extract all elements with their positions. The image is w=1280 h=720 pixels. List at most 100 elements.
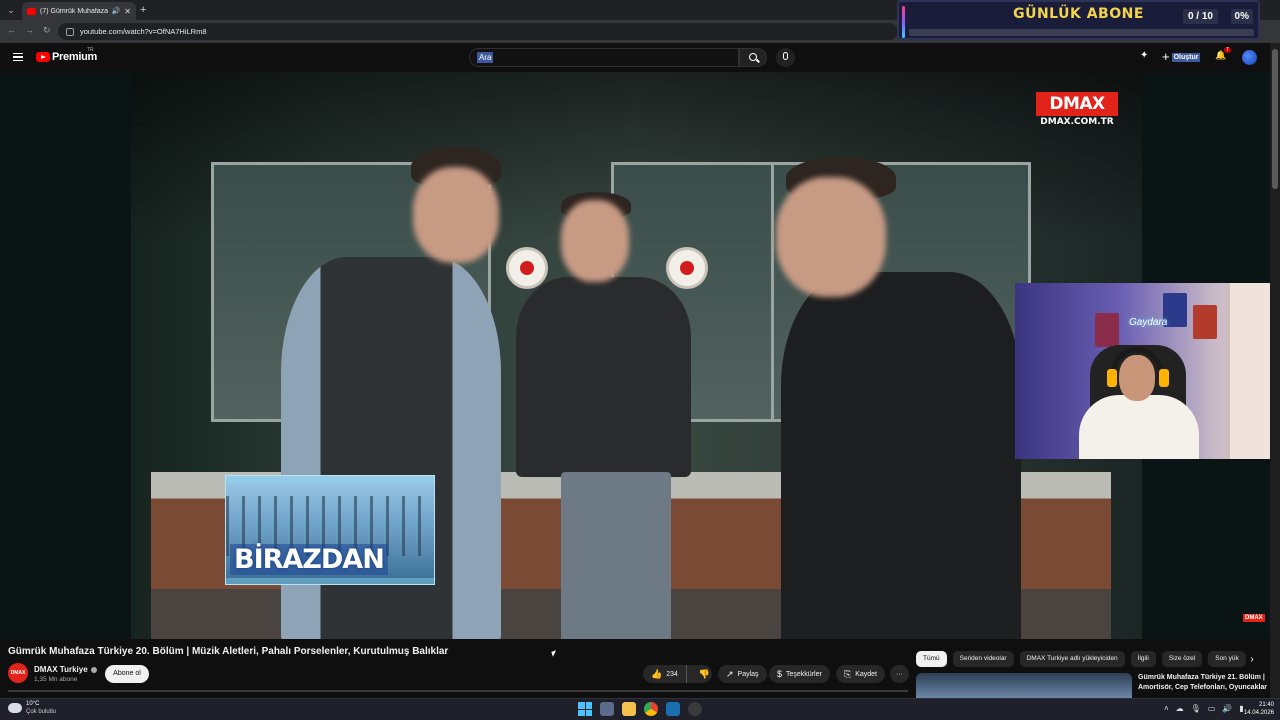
chip-recent[interactable]: Son yük — [1208, 651, 1246, 667]
search-icon — [749, 53, 757, 61]
filter-chips: Tümü Seriden videolar DMAX Turkiye adlı … — [916, 651, 1246, 667]
channel-avatar[interactable]: DMAX — [8, 663, 28, 683]
scrollbar-thumb[interactable] — [1272, 49, 1278, 189]
chip-related[interactable]: İlgili — [1130, 651, 1156, 667]
tab-search-dropdown-icon[interactable]: ⌄ — [4, 3, 18, 17]
bookmark-icon: ⎘ — [844, 669, 852, 679]
streamer-webcam: Gaydara — [1015, 283, 1270, 459]
video-title: Gümrük Muhafaza Türkiye 20. Bölüm | Müzi… — [8, 646, 449, 657]
search-button[interactable] — [739, 48, 767, 67]
super-thanks-icon: $ — [777, 669, 783, 679]
chip-all[interactable]: Tümü — [916, 651, 947, 667]
channel-name[interactable]: DMAX Turkiye — [34, 665, 97, 674]
windows-start-icon[interactable] — [578, 702, 592, 716]
forward-icon[interactable]: → — [25, 25, 34, 35]
file-explorer-icon[interactable] — [622, 702, 636, 716]
clock-time: 21:40 — [1258, 702, 1274, 708]
volume-icon[interactable]: 🔊 — [1222, 704, 1232, 713]
create-label: Oluştur — [1171, 52, 1201, 62]
task-view-icon[interactable] — [600, 702, 614, 716]
like-count: 234 — [666, 670, 678, 678]
search-input[interactable]: Ara — [469, 48, 739, 67]
thanks-label: Teşekkürler — [786, 670, 822, 678]
create-button[interactable]: + Oluştur — [1162, 49, 1201, 65]
cloud-icon[interactable] — [8, 703, 22, 713]
share-icon: ↗ — [726, 669, 734, 679]
reload-icon[interactable]: ↻ — [43, 25, 51, 36]
thumbs-up-icon: 👍 — [651, 669, 663, 679]
tab-close-icon[interactable]: ✕ — [124, 7, 131, 16]
hamburger-menu-icon[interactable] — [13, 53, 23, 61]
youtube-favicon-icon — [27, 7, 36, 15]
back-icon[interactable]: ← — [7, 25, 16, 35]
steam-icon[interactable] — [666, 702, 680, 716]
share-label: Paylaş — [737, 670, 759, 678]
save-label: Kaydet — [855, 670, 877, 678]
recommended-video-thumbnail[interactable] — [916, 673, 1132, 698]
chip-series[interactable]: Seriden videolar — [952, 651, 1014, 667]
subscribe-button[interactable]: Abone ol — [105, 665, 149, 683]
neon-sign: Gaydara — [1129, 317, 1168, 328]
weather-temperature[interactable]: 10°C — [26, 701, 39, 707]
like-button[interactable]: 👍 234 — [643, 665, 687, 683]
voice-search-button[interactable] — [776, 48, 795, 67]
new-tab-button[interactable]: + — [140, 3, 146, 17]
cloud-sync-icon[interactable]: ☁ — [1176, 704, 1184, 713]
more-actions-button[interactable]: ··· — [890, 665, 909, 683]
site-info-icon[interactable] — [66, 27, 74, 36]
plus-icon: + — [1162, 49, 1170, 64]
coming-up-bumper: BİRAZDAN — [225, 475, 435, 585]
cast-icon[interactable]: ✦ — [1140, 50, 1151, 61]
audio-playing-icon[interactable]: 🔊 — [112, 7, 121, 15]
tab-title: (7) Gümrük Muhafaza Türk — [40, 7, 108, 15]
notification-badge: 7 — [1224, 47, 1231, 53]
network-icon[interactable]: ▭ — [1208, 704, 1216, 713]
verified-icon — [90, 666, 97, 673]
os-taskbar: 10°C Çok bulutlu ˄ ☁ 🎙 ▭ 🔊 ▮ 21:40 14.04… — [0, 698, 1280, 720]
video-player[interactable]: DMAX DMAX.COM.TR DMAX BİRAZDAN Gaydara — [0, 72, 1270, 639]
thanks-button[interactable]: $ Teşekkürler — [769, 665, 830, 683]
headset-cup — [1107, 369, 1117, 387]
url-text: youtube.com/watch?v=OfNA7HiLRm8 — [80, 27, 207, 36]
room-door — [1227, 283, 1270, 459]
chrome-icon[interactable] — [644, 702, 658, 716]
widget-progress-bar — [909, 29, 1254, 36]
app-icon[interactable] — [688, 702, 702, 716]
taskbar-apps — [578, 702, 702, 716]
recommended-video-title[interactable]: Gümrük Muhafaza Türkiye 21. Bölüm | Amor… — [1138, 673, 1268, 693]
share-button[interactable]: ↗ Paylaş — [718, 665, 767, 683]
browser-tab[interactable]: (7) Gümrük Muhafaza Türk 🔊 ✕ — [22, 2, 136, 20]
chip-uploader[interactable]: DMAX Turkiye adlı yükleyiciden — [1019, 651, 1125, 667]
subscriber-goal-widget: GÜNLÜK ABONE 0 / 10 0% — [897, 0, 1260, 40]
chevron-up-icon[interactable]: ˄ — [1164, 704, 1169, 713]
subscriber-count: 1,35 Mn abone — [34, 676, 78, 683]
dmax-logo-word: DMAX — [1036, 92, 1118, 116]
chevron-right-icon[interactable]: › — [1244, 652, 1260, 668]
dmax-channel-logo: DMAX DMAX.COM.TR — [1036, 92, 1118, 128]
channel-name-text[interactable]: DMAX Turkiye — [34, 665, 88, 674]
dislike-button[interactable]: 👎 — [691, 669, 718, 679]
wall-poster — [1193, 305, 1217, 339]
system-tray: ˄ ☁ 🎙 ▭ 🔊 ▮ — [1164, 704, 1244, 713]
taskbar-clock[interactable]: 21:40 14.04.2026 — [1240, 701, 1274, 717]
microphone-icon — [783, 52, 788, 60]
bumper-label: BİRAZDAN — [230, 544, 388, 575]
like-dislike-group: 👍 234 👎 — [643, 665, 712, 683]
widget-count: 0 / 10 — [1182, 9, 1218, 24]
youtube-masthead: Premium TR Ara ✦ + Oluştur 🔔 7 — [0, 43, 1270, 72]
search-placeholder: Ara — [477, 52, 494, 63]
page-scrollbar[interactable] — [1270, 43, 1280, 698]
weather-description[interactable]: Çok bulutlu — [26, 709, 56, 715]
wall-poster — [1095, 313, 1119, 347]
youtube-logo-icon[interactable] — [36, 52, 50, 62]
address-bar[interactable]: youtube.com/watch?v=OfNA7HiLRm8 — [58, 23, 898, 40]
chip-for-you[interactable]: Size özel — [1161, 651, 1203, 667]
mouse-cursor-icon — [551, 650, 558, 657]
widget-percent: 0% — [1230, 9, 1253, 24]
save-button[interactable]: ⎘ Kaydet — [836, 665, 885, 683]
microphone-icon[interactable]: 🎙 — [1191, 704, 1201, 713]
user-avatar[interactable] — [1242, 50, 1257, 65]
thumbs-down-icon: 👎 — [698, 669, 711, 679]
dmax-logo-url: DMAX.COM.TR — [1040, 117, 1114, 127]
headset-cup — [1159, 369, 1169, 387]
